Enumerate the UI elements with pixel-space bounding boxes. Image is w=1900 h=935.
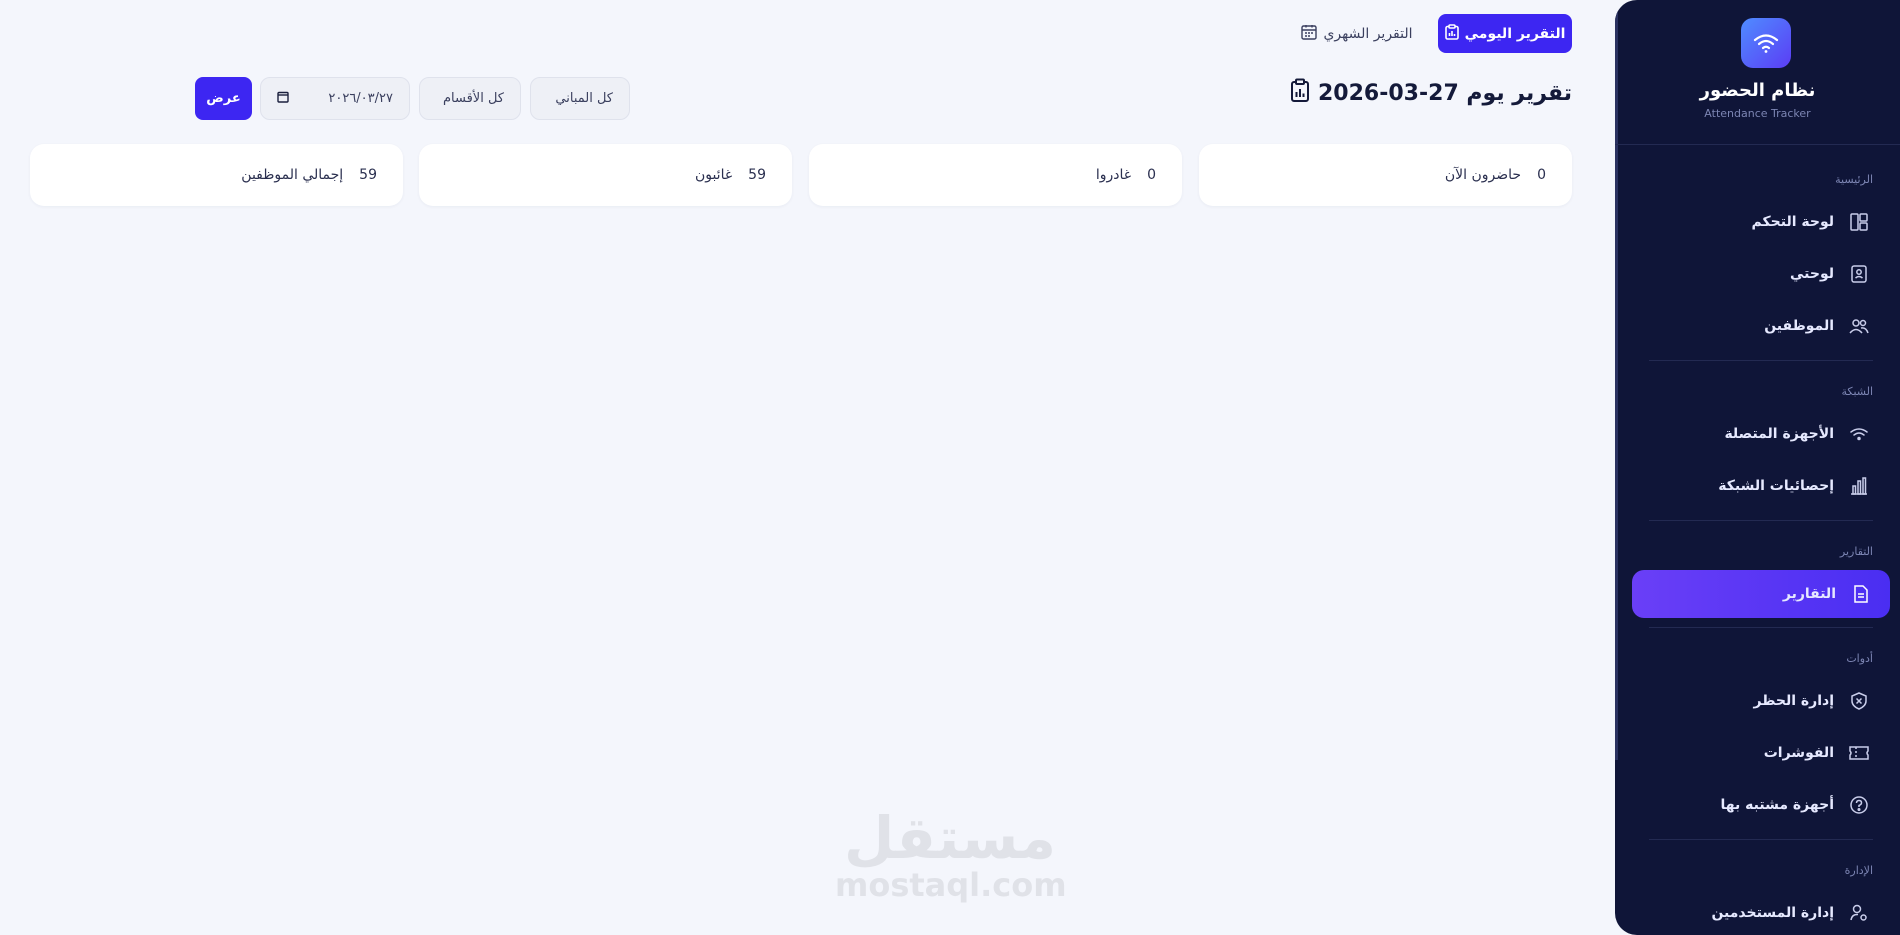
divider	[1649, 627, 1873, 628]
users-icon	[1848, 315, 1870, 337]
badge-icon	[1848, 263, 1870, 285]
stat-value: 59	[359, 167, 377, 183]
sidebar-item-label: لوحتي	[1789, 266, 1834, 282]
stat-label: حاضرون الآن	[1444, 167, 1522, 183]
stat-value: 0	[1147, 167, 1156, 183]
page-title-text: تقرير يوم 27-03-2026	[1318, 80, 1572, 106]
divider	[1649, 839, 1873, 840]
ticket-icon	[1848, 742, 1870, 764]
wifi-logo-icon	[1741, 18, 1791, 68]
wifi-icon	[1848, 423, 1870, 445]
sidebar-item-label: إدارة المستخدمين	[1711, 905, 1834, 921]
sidebar-item-my-board[interactable]: لوحتي	[1630, 250, 1880, 298]
stat-label: غائبون	[694, 167, 733, 183]
calendar-icon	[1301, 24, 1318, 44]
sidebar-item-connected-devices[interactable]: الأجهزة المتصلة	[1630, 410, 1880, 458]
show-button[interactable]: عرض	[195, 77, 252, 120]
user-gear-icon	[1848, 902, 1870, 924]
page-title: تقرير يوم 27-03-2026	[1290, 78, 1572, 108]
building-select-value: كل المباني	[555, 91, 613, 106]
sidebar-item-reports[interactable]: التقارير	[1632, 570, 1890, 618]
section-label-admin: الإدارة	[1844, 864, 1873, 877]
divider	[1649, 360, 1873, 361]
department-select-value: كل الأقسام	[442, 91, 504, 106]
tab-daily-report[interactable]: التقرير اليومي	[1438, 14, 1572, 53]
stat-card-left: 0 غادروا	[809, 144, 1182, 206]
sidebar-item-label: الأجهزة المتصلة	[1724, 426, 1834, 442]
date-input[interactable]: ٢٠٢٦/٠٣/٢٧	[260, 77, 410, 120]
stat-card-total: 59 إجمالي الموظفين	[30, 144, 403, 206]
document-icon	[1850, 583, 1872, 605]
sidebar-item-label: إدارة الحظر	[1753, 693, 1834, 709]
stat-card-present: 0 حاضرون الآن	[1199, 144, 1572, 206]
sidebar-item-label: الفوشرات	[1763, 745, 1834, 761]
sidebar-item-employees[interactable]: الموظفين	[1630, 302, 1880, 350]
watermark: مستقل mostaql.com	[835, 804, 1067, 904]
section-label-reports: التقارير	[1839, 545, 1873, 558]
bar-chart-icon	[1848, 475, 1870, 497]
stat-value: 59	[748, 167, 766, 183]
sidebar: نظام الحضور Attendance Tracker الرئيسية …	[1615, 0, 1900, 935]
shield-icon	[1848, 690, 1870, 712]
sidebar-item-user-management[interactable]: إدارة المستخدمين	[1630, 889, 1880, 935]
tab-label: التقرير اليومي	[1464, 25, 1566, 42]
divider	[1649, 520, 1873, 521]
section-label-tools: أدوات	[1846, 652, 1873, 665]
tab-label: التقرير الشهري	[1323, 25, 1413, 42]
tab-monthly-report[interactable]: التقرير الشهري	[1292, 14, 1422, 53]
sidebar-item-label: لوحة التحكم	[1751, 214, 1834, 230]
date-input-value: ٢٠٢٦/٠٣/٢٧	[328, 91, 393, 106]
report-clipboard-icon	[1290, 78, 1310, 108]
stat-label: إجمالي الموظفين	[241, 167, 344, 183]
department-select[interactable]: كل الأقسام	[419, 77, 521, 120]
sidebar-item-label: أجهزة مشتبه بها	[1720, 797, 1834, 813]
watermark-arabic: مستقل	[843, 804, 1057, 872]
dashboard-icon	[1848, 211, 1870, 233]
sidebar-item-vouchers[interactable]: الفوشرات	[1630, 729, 1880, 777]
sidebar-item-block-management[interactable]: إدارة الحظر	[1630, 677, 1880, 725]
section-label-main: الرئيسية	[1835, 173, 1873, 186]
sidebar-item-label: الموظفين	[1764, 318, 1834, 334]
sidebar-item-network-stats[interactable]: إحصائيات الشبكة	[1630, 462, 1880, 510]
stat-card-absent: 59 غائبون	[419, 144, 792, 206]
watermark-latin: mostaql.com	[835, 866, 1067, 904]
question-icon	[1848, 794, 1870, 816]
sidebar-item-label: التقارير	[1782, 586, 1836, 602]
calendar-picker-icon[interactable]	[277, 91, 289, 107]
clipboard-icon	[1444, 23, 1459, 44]
stat-value: 0	[1537, 167, 1546, 183]
brand-title: نظام الحضور	[1699, 80, 1816, 101]
section-label-network: الشبكة	[1841, 385, 1873, 398]
sidebar-item-label: إحصائيات الشبكة	[1718, 478, 1834, 494]
stat-label: غادروا	[1095, 167, 1132, 183]
sidebar-item-dashboard[interactable]: لوحة التحكم	[1630, 198, 1880, 246]
building-select[interactable]: كل المباني	[530, 77, 630, 120]
brand: نظام الحضور Attendance Tracker	[1615, 0, 1900, 145]
brand-subtitle: Attendance Tracker	[1704, 107, 1811, 120]
sidebar-item-suspicious-devices[interactable]: أجهزة مشتبه بها	[1630, 781, 1880, 829]
